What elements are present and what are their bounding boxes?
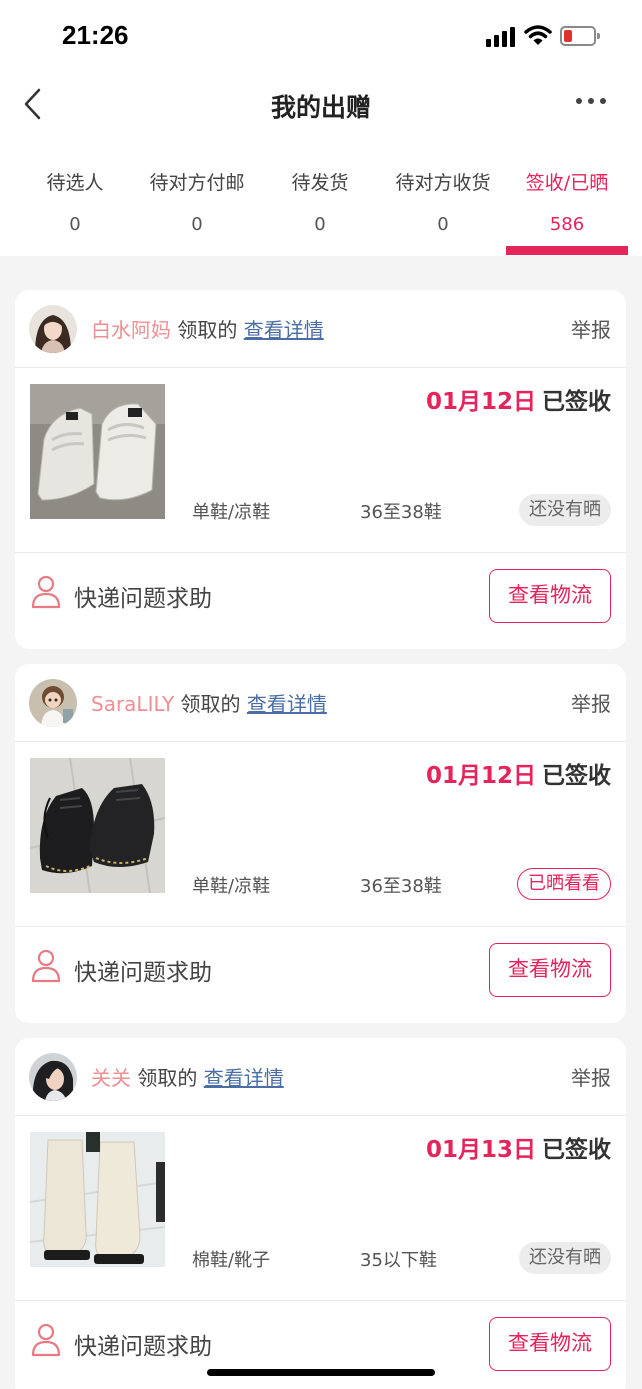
username[interactable]: 关关 [91,1066,131,1090]
share-status-badge: 还没有晒 [519,1242,611,1274]
tab-label: 待发货 [291,172,349,194]
product-image[interactable] [30,384,165,519]
report-button[interactable]: 举报 [571,1062,611,1091]
battery-icon [560,26,600,46]
sign-date-status: 01月12日 已签收 [426,382,611,416]
card-header: SaraLILY 领取的 查看详情 举报 [15,664,626,742]
sign-date-status: 01月12日 已签收 [426,756,611,790]
active-tab-indicator [506,246,628,255]
sign-status: 已签收 [542,389,611,415]
claimer-line: 白水阿妈 领取的 查看详情 [91,314,324,343]
category: 单鞋/凉鞋 [192,502,271,523]
order-card: 关关 领取的 查看详情 举报 01月13日 已签收 棉鞋/靴子 35以下鞋 还没有… [15,1038,626,1389]
tab-count: 0 [314,214,326,235]
tab-label: 签收/已晒 [525,172,609,194]
status-tabs: 待选人 0 待对方付邮 0 待发货 0 待对方收货 0 签收/已晒 586 [0,152,642,256]
delivery-help-link[interactable]: 快递问题求助 [74,1327,212,1361]
view-logistics-button[interactable]: 查看物流 [489,1317,611,1371]
view-details-link[interactable]: 查看详情 [244,318,324,342]
category: 棉鞋/靴子 [192,1250,271,1271]
card-header: 白水阿妈 领取的 查看详情 举报 [15,290,626,368]
tab-label: 待对方收货 [395,172,491,194]
tab-label: 待对方付邮 [149,172,245,194]
avatar[interactable] [29,1053,77,1101]
sign-date: 01月13日 [425,1137,536,1163]
tab-label: 待选人 [46,172,104,194]
claimer-line: SaraLILY 领取的 查看详情 [91,688,327,717]
avatar[interactable] [29,305,77,353]
tab-pending-receipt[interactable]: 待对方收货 0 [383,152,503,256]
order-card: 白水阿妈 领取的 查看详情 举报 01月12日 已签收 单鞋/凉鞋 36至38鞋 … [15,290,626,649]
claimed-text: 领取的 [177,318,238,342]
wifi-icon [524,25,552,45]
report-button[interactable]: 举报 [571,688,611,717]
tab-received-shared[interactable]: 签收/已晒 586 [506,152,628,256]
view-logistics-button[interactable]: 查看物流 [489,569,611,623]
view-details-link[interactable]: 查看详情 [204,1066,284,1090]
person-icon [31,949,61,983]
card-footer: 快递问题求助 查看物流 [15,926,626,1022]
delivery-help-link[interactable]: 快递问题求助 [74,579,212,613]
sign-date-status: 01月13日 已签收 [426,1130,611,1164]
more-icon[interactable] [576,98,606,106]
report-button[interactable]: 举报 [571,314,611,343]
card-header: 关关 领取的 查看详情 举报 [15,1038,626,1116]
status-time: 21:26 [62,20,129,50]
claimer-line: 关关 领取的 查看详情 [91,1062,284,1091]
category: 单鞋/凉鞋 [192,876,271,897]
avatar[interactable] [29,679,77,727]
tab-pending-shipment[interactable]: 待发货 0 [260,152,380,256]
order-card: SaraLILY 领取的 查看详情 举报 01月12日 已签收 单鞋/凉鞋 36至… [15,664,626,1023]
view-share-button[interactable]: 已晒看看 [517,868,611,900]
signal-icon [486,27,518,47]
person-icon [31,1323,61,1357]
size: 35以下鞋 [360,1250,437,1271]
view-logistics-button[interactable]: 查看物流 [489,943,611,997]
tab-count: 586 [549,214,585,235]
tab-count: 0 [69,214,81,235]
sign-date: 01月12日 [425,763,536,789]
tab-pending-postage[interactable]: 待对方付邮 0 [137,152,257,256]
status-bar: 21:26 [0,0,642,72]
product-image[interactable] [30,1132,165,1267]
claimed-text: 领取的 [137,1066,198,1090]
person-icon [31,575,61,609]
username[interactable]: SaraLILY [91,692,174,716]
size: 36至38鞋 [360,502,442,523]
sign-status: 已签收 [542,763,611,789]
view-details-link[interactable]: 查看详情 [247,692,327,716]
tab-count: 0 [191,214,203,235]
sign-status: 已签收 [542,1137,611,1163]
sign-date: 01月12日 [425,389,536,415]
share-status-badge: 还没有晒 [519,494,611,526]
delivery-help-link[interactable]: 快递问题求助 [74,953,212,987]
nav-bar: 我的出赠 [0,72,642,152]
product-image[interactable] [30,758,165,893]
tab-pending-select[interactable]: 待选人 0 [15,152,135,256]
username[interactable]: 白水阿妈 [91,318,171,342]
card-footer: 快递问题求助 查看物流 [15,552,626,648]
claimed-text: 领取的 [180,692,241,716]
home-indicator[interactable] [207,1369,435,1376]
page-title: 我的出赠 [270,93,371,122]
tab-count: 0 [437,214,449,235]
size: 36至38鞋 [360,876,442,897]
